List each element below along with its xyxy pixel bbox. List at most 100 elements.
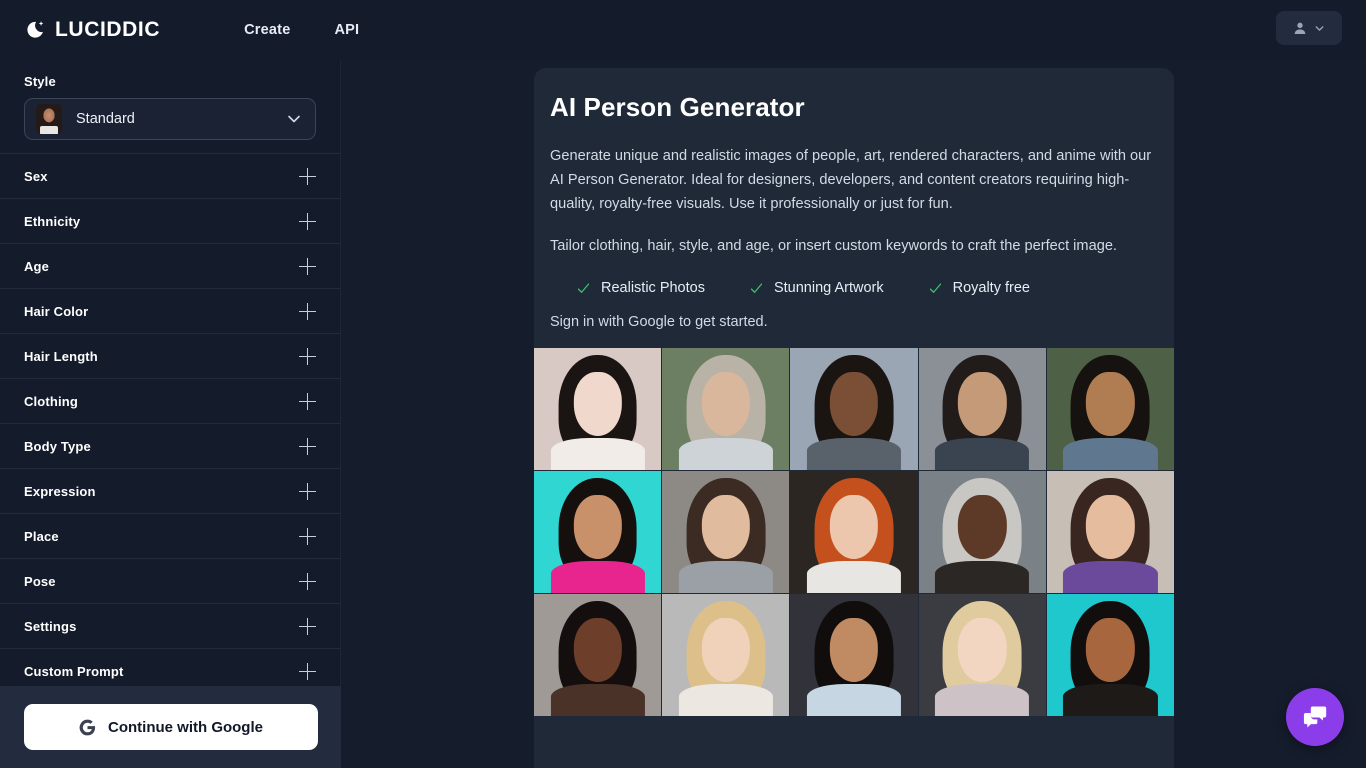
- check-icon: [750, 282, 763, 293]
- gallery-tile: [918, 471, 1046, 593]
- tile-torso: [806, 438, 902, 470]
- gallery-tile: [918, 348, 1046, 470]
- sidebar-accordion-pose[interactable]: Pose: [0, 559, 340, 604]
- tile-torso: [1063, 561, 1158, 593]
- plus-icon[interactable]: [299, 437, 316, 455]
- brand-name: LUCIDDIC: [55, 18, 161, 41]
- gallery-tile: [534, 594, 662, 716]
- gallery-tile: [662, 471, 790, 593]
- sidebar-accordion-label: Custom Prompt: [24, 663, 124, 679]
- feature-label: Royalty free: [952, 280, 1030, 296]
- sidebar-accordion-label: Sex: [24, 168, 48, 184]
- check-icon: [929, 282, 941, 293]
- sidebar-accordion-list: Sex Ethnicity Age Hair Color Hair Length Clot…: [0, 154, 340, 694]
- tile-torso: [935, 684, 1030, 716]
- google-g-icon: [79, 719, 96, 735]
- tile-torso: [678, 684, 773, 716]
- sidebar-accordion-label: Body Type: [24, 438, 91, 454]
- plus-icon[interactable]: [299, 662, 316, 680]
- feature-item: Royalty free: [928, 280, 1030, 296]
- sidebar-accordion-sex[interactable]: Sex: [0, 154, 340, 199]
- intro-paragraph-2: Tailor clothing, hair, style, and age, o…: [550, 238, 1117, 254]
- gallery-tile: [1046, 594, 1174, 716]
- tile-torso: [550, 684, 645, 716]
- chat-widget-button[interactable]: [1286, 688, 1344, 746]
- sidebar-accordion-body-type[interactable]: Body Type: [0, 424, 340, 469]
- feature-item: Realistic Photos: [576, 280, 705, 296]
- sidebar-accordion-settings[interactable]: Settings: [0, 604, 340, 649]
- feature-list: Realistic Photos Stunning Artwork Royalt…: [550, 280, 1158, 296]
- top-header: LUCIDDIC Create API: [0, 0, 1366, 60]
- feature-item: Stunning Artwork: [749, 280, 884, 296]
- sidebar-accordion-label: Hair Length: [24, 348, 98, 364]
- gallery-tile: [1046, 471, 1174, 593]
- chat-bubbles-icon: [1303, 706, 1327, 728]
- sidebar-accordion-hair-color[interactable]: Hair Color: [0, 289, 340, 334]
- plus-icon[interactable]: [299, 302, 316, 320]
- style-block: Style Standard: [0, 60, 340, 140]
- style-select[interactable]: Standard: [24, 98, 316, 140]
- brand-logo[interactable]: LUCIDDIC: [24, 18, 160, 42]
- sidebar-accordion-label: Ethnicity: [24, 213, 81, 229]
- plus-icon[interactable]: [299, 527, 316, 545]
- plus-icon[interactable]: [299, 257, 316, 275]
- sidebar-accordion-label: Age: [24, 258, 50, 274]
- tile-torso: [678, 561, 773, 593]
- gallery-tile: [534, 471, 662, 593]
- sidebar-accordion-expression[interactable]: Expression: [0, 469, 340, 514]
- plus-icon[interactable]: [299, 167, 316, 185]
- signin-note: Sign in with Google to get started.: [550, 314, 768, 330]
- plus-icon[interactable]: [299, 212, 316, 230]
- intro-paragraph-1: Generate unique and realistic images of …: [550, 148, 1152, 212]
- crescent-moon-sparkle-icon: [27, 21, 44, 38]
- tile-torso: [1063, 684, 1158, 716]
- sidebar: Style Standard Sex Ethnicity Age Hair Color…: [0, 60, 341, 768]
- tile-torso: [806, 561, 902, 593]
- gallery-tile: [790, 471, 918, 593]
- gallery-tile: [790, 348, 918, 470]
- nav-link-api[interactable]: API: [334, 22, 359, 38]
- sidebar-accordion-label: Hair Color: [24, 303, 89, 319]
- tile-torso: [678, 438, 773, 470]
- tile-torso: [550, 561, 645, 593]
- sidebar-accordion-label: Settings: [24, 618, 77, 634]
- account-menu-button[interactable]: [1276, 11, 1342, 45]
- tile-torso: [1063, 438, 1158, 470]
- continue-with-google-button[interactable]: Continue with Google: [23, 704, 318, 750]
- sidebar-accordion-hair-length[interactable]: Hair Length: [0, 334, 340, 379]
- gallery-tile: [790, 594, 918, 716]
- gallery-tile: [918, 594, 1046, 716]
- chevron-down-icon: [1315, 25, 1324, 31]
- sidebar-accordion-label: Clothing: [24, 393, 78, 409]
- plus-icon[interactable]: [299, 392, 316, 410]
- primary-nav: Create API: [244, 22, 359, 38]
- style-label: Style: [24, 74, 56, 89]
- sidebar-accordion-place[interactable]: Place: [0, 514, 340, 559]
- gallery-tile: [1046, 348, 1174, 470]
- google-button-label: Continue with Google: [108, 718, 263, 736]
- check-icon: [577, 282, 590, 293]
- plus-icon[interactable]: [299, 617, 316, 635]
- style-thumbnail: [36, 104, 62, 134]
- sidebar-accordion-label: Pose: [24, 573, 56, 589]
- feature-label: Stunning Artwork: [773, 280, 884, 296]
- style-selected-value: Standard: [76, 111, 135, 127]
- plus-icon[interactable]: [299, 347, 316, 365]
- plus-icon[interactable]: [299, 482, 316, 500]
- nav-link-create[interactable]: Create: [244, 22, 290, 38]
- gallery-tile: [662, 348, 790, 470]
- tile-torso: [935, 561, 1030, 593]
- page-title: AI Person Generator: [550, 92, 805, 122]
- sidebar-accordion-age[interactable]: Age: [0, 244, 340, 289]
- plus-icon[interactable]: [299, 572, 316, 590]
- tile-torso: [806, 684, 902, 716]
- sidebar-accordion-clothing[interactable]: Clothing: [0, 379, 340, 424]
- sidebar-accordion-label: Place: [24, 528, 59, 544]
- sidebar-accordion-label: Expression: [24, 483, 96, 499]
- chevron-down-icon: [288, 115, 300, 123]
- sidebar-accordion-ethnicity[interactable]: Ethnicity: [0, 199, 340, 244]
- auth-panel: Continue with Google: [0, 686, 341, 768]
- gallery-tile: [662, 594, 790, 716]
- gallery-tile: [534, 348, 662, 470]
- main-panel: AI Person Generator Generate unique and …: [534, 68, 1174, 768]
